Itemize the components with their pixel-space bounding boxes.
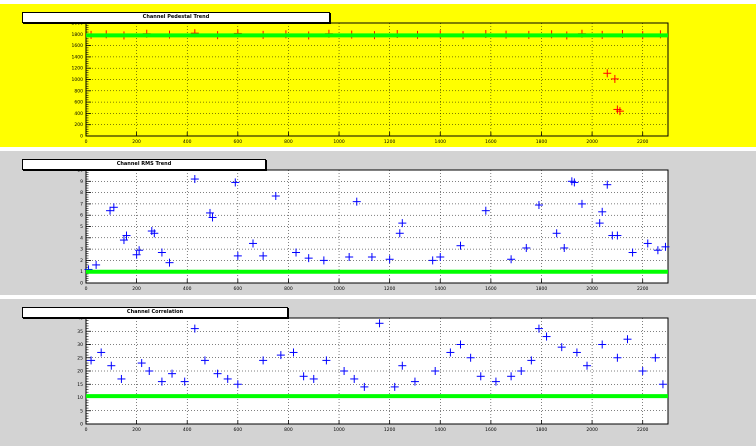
x-tick-label: 0	[85, 286, 88, 292]
x-tick-label: 1800	[536, 139, 548, 145]
x-tick-label: 1200	[384, 427, 396, 433]
pedestal-trend-title: Channel Pedestal Trend	[22, 12, 330, 23]
x-tick-label: 1600	[485, 427, 497, 433]
y-tick-label: 400	[74, 111, 83, 117]
rms-trend-panel: 0 200 400 600 800 1000 1200 1400 1600 1800 2000 220…	[0, 151, 756, 295]
x-tick-label: 400	[183, 427, 192, 433]
x-tick-label: 2000	[586, 139, 598, 145]
correlation-title: Channel Correlation	[22, 307, 288, 318]
y-tick-label: 1400	[72, 54, 84, 60]
pedestal-trend-svg: 0 200 400 600 800 1000 1200 1400 1600 1800 2000 220…	[72, 21, 669, 145]
y-tick-label: 5	[80, 408, 83, 414]
y-tick-label: 0	[80, 422, 83, 428]
x-tick-label: 1200	[384, 286, 396, 292]
x-tick-label: 1000	[333, 427, 345, 433]
y-tick-label: 25	[77, 355, 83, 361]
y-tick-label: 800	[74, 88, 83, 94]
y-tick-label: 3	[80, 247, 83, 253]
y-tick-label: 6	[80, 213, 83, 219]
x-tick-label: 1400	[435, 139, 447, 145]
x-tick-label: 600	[234, 427, 243, 433]
y-tick-label: 35	[77, 329, 83, 335]
y-tick-label: 8	[80, 190, 83, 196]
correlation-svg: 0 200 400 600 800 1000 1200 1400 1600 1800 2000 220…	[77, 316, 669, 433]
y-tick-label: 1000	[72, 77, 84, 83]
x-tick-label: 2200	[637, 286, 649, 292]
y-tick-label: 0	[80, 281, 83, 287]
pedestal-trend-panel: 0 200 400 600 800 1000 1200 1400 1600 1800 2000 220…	[0, 4, 756, 147]
x-tick-label: 1600	[485, 139, 497, 145]
x-tick-label: 1200	[384, 139, 396, 145]
x-tick-label: 1600	[485, 286, 497, 292]
y-tick-label: 0	[80, 134, 83, 140]
y-tick-label: 1600	[72, 43, 84, 49]
y-tick-label: 2	[80, 258, 83, 264]
y-tick-label: 7	[80, 201, 83, 207]
x-tick-label: 2000	[586, 427, 598, 433]
x-tick-label: 0	[85, 139, 88, 145]
x-tick-label: 2200	[637, 427, 649, 433]
y-tick-label: 1200	[72, 66, 84, 72]
y-tick-label: 1800	[72, 32, 84, 38]
y-tick-label: 15	[77, 382, 83, 388]
y-tick-label: 4	[80, 235, 83, 241]
x-tick-label: 1000	[333, 286, 345, 292]
y-tick-label: 600	[74, 100, 83, 106]
y-tick-label: 30	[77, 342, 83, 348]
correlation-panel: 0 200 400 600 800 1000 1200 1400 1600 1800 2000 220…	[0, 299, 756, 446]
x-tick-label: 200	[132, 139, 141, 145]
x-tick-label: 800	[284, 427, 293, 433]
x-tick-label: 800	[284, 139, 293, 145]
x-tick-label: 1400	[435, 286, 447, 292]
x-tick-label: 1400	[435, 427, 447, 433]
x-tick-label: 200	[132, 427, 141, 433]
x-tick-label: 400	[183, 286, 192, 292]
y-tick-label: 9	[80, 179, 83, 185]
x-tick-label: 2200	[637, 139, 649, 145]
y-tick-label: 10	[77, 395, 83, 401]
x-tick-label: 400	[183, 139, 192, 145]
y-tick-label: 1	[80, 269, 83, 275]
x-tick-label: 0	[85, 427, 88, 433]
y-tick-label: 5	[80, 224, 83, 230]
y-tick-label: 200	[74, 122, 83, 128]
x-tick-label: 600	[234, 286, 243, 292]
y-tick-label: 20	[77, 369, 83, 375]
x-tick-label: 200	[132, 286, 141, 292]
x-tick-label: 800	[284, 286, 293, 292]
rms-trend-svg: 0 200 400 600 800 1000 1200 1400 1600 1800 2000 220…	[77, 168, 670, 292]
x-tick-label: 1800	[536, 427, 548, 433]
rms-trend-title: Channel RMS Trend	[22, 159, 266, 170]
x-tick-label: 1000	[333, 139, 345, 145]
x-tick-label: 600	[234, 139, 243, 145]
x-tick-label: 1800	[536, 286, 548, 292]
x-tick-label: 2000	[586, 286, 598, 292]
